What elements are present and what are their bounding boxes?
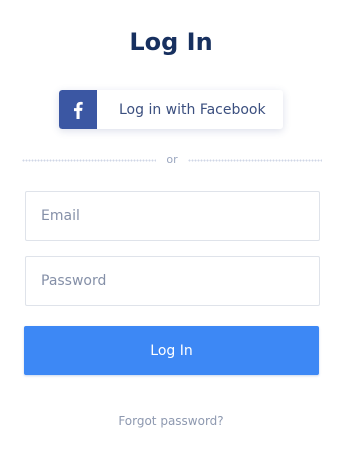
facebook-login-label: Log in with Facebook	[119, 101, 266, 118]
login-panel: Log In Log in with Facebook or Log In Fo…	[0, 0, 350, 453]
facebook-icon	[59, 90, 97, 129]
forgot-password-link[interactable]: Forgot password?	[0, 414, 342, 428]
divider-line-left	[22, 158, 157, 162]
divider-line-right	[187, 158, 323, 162]
or-divider: or	[22, 153, 323, 167]
page-title: Log In	[129, 28, 213, 56]
login-submit-button[interactable]: Log In	[24, 326, 319, 375]
password-field[interactable]	[25, 256, 320, 306]
facebook-login-button[interactable]: Log in with Facebook	[59, 90, 283, 129]
divider-text: or	[166, 153, 178, 166]
email-field[interactable]	[25, 191, 320, 241]
